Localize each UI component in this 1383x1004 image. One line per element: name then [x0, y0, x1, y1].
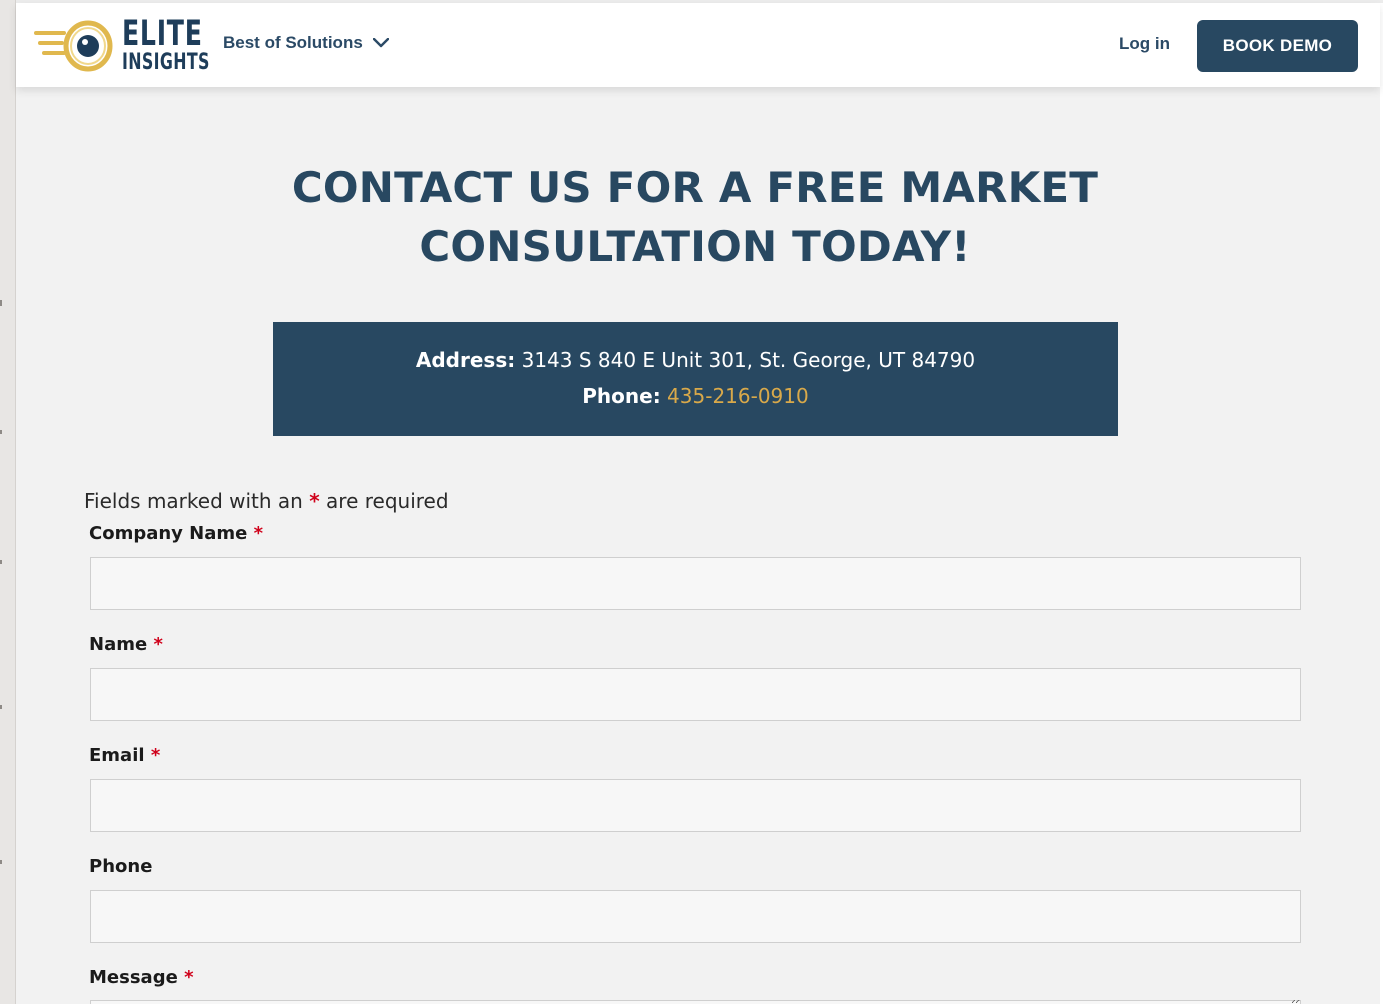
logo-line1: ELITE	[122, 14, 203, 54]
email-label-text: Email	[89, 745, 145, 766]
required-asterisk: *	[153, 634, 163, 655]
message-label: Message *	[89, 967, 194, 988]
browser-left-edge	[0, 0, 16, 1004]
required-asterisk: *	[184, 967, 194, 988]
site-header: ELITE INSIGHTS Best of Solutions Log in …	[16, 3, 1380, 87]
book-demo-button[interactable]: BOOK DEMO	[1197, 20, 1358, 72]
page-title-line1: CONTACT US FOR A FREE MARKET	[291, 163, 1099, 212]
solutions-dropdown-label: Best of Solutions	[223, 33, 363, 52]
address-line: Address: 3143 S 840 E Unit 301, St. Geor…	[273, 348, 1118, 372]
required-fields-note: Fields marked with an * are required	[84, 489, 449, 513]
login-link[interactable]: Log in	[1119, 34, 1170, 54]
address-value: 3143 S 840 E Unit 301, St. George, UT 84…	[515, 348, 976, 372]
edge-mark	[0, 300, 2, 306]
edge-mark	[0, 705, 2, 709]
email-input[interactable]	[90, 779, 1301, 832]
required-note-text: Fields marked with an	[84, 489, 310, 513]
edge-mark	[0, 560, 2, 564]
company-name-label: Company Name *	[89, 523, 263, 544]
contact-info-box: Address: 3143 S 840 E Unit 301, St. Geor…	[273, 322, 1118, 436]
required-note-text-end: are required	[319, 489, 449, 513]
name-label-text: Name	[89, 634, 148, 655]
phone-field-label-text: Phone	[89, 856, 153, 877]
message-label-text: Message	[89, 967, 178, 988]
chevron-down-icon	[372, 38, 389, 48]
solutions-dropdown[interactable]: Best of Solutions	[223, 33, 389, 53]
message-textarea[interactable]	[90, 1000, 1301, 1004]
phone-field-label: Phone	[89, 856, 152, 877]
address-label: Address:	[415, 348, 516, 372]
phone-input[interactable]	[90, 890, 1301, 943]
logo-wordmark: ELITE INSIGHTS	[122, 17, 210, 74]
required-asterisk: *	[253, 523, 264, 544]
required-asterisk: *	[309, 489, 320, 513]
page-title-line2: CONSULTATION TODAY!	[419, 222, 971, 271]
edge-mark	[0, 430, 2, 434]
required-asterisk: *	[150, 745, 161, 766]
email-label: Email *	[89, 745, 160, 766]
phone-label: Phone:	[582, 384, 661, 408]
phone-line: Phone: 435-216-0910	[273, 384, 1118, 408]
logo-line2: INSIGHTS	[122, 50, 210, 75]
name-input[interactable]	[90, 668, 1301, 721]
eye-icon	[34, 20, 113, 72]
company-name-input[interactable]	[90, 557, 1301, 610]
brand-logo[interactable]: ELITE INSIGHTS	[34, 17, 209, 74]
phone-link[interactable]: 435-216-0910	[667, 384, 809, 408]
company-name-label-text: Company Name	[89, 523, 248, 544]
edge-mark	[0, 860, 2, 864]
page-title: CONTACT US FOR A FREE MARKET CONSULTATIO…	[200, 158, 1190, 276]
name-label: Name *	[89, 634, 163, 655]
